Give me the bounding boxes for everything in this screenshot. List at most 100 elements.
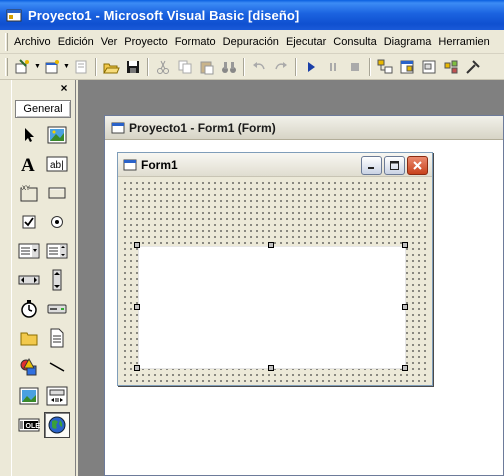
resize-handle-bottom-left[interactable]	[134, 365, 140, 371]
resize-handle-top-left[interactable]	[134, 242, 140, 248]
resize-handle-middle-left[interactable]	[134, 303, 140, 310]
menu-edicion[interactable]: Edición	[56, 36, 99, 48]
redo-button[interactable]	[270, 56, 292, 78]
form1-title: Form1	[141, 157, 178, 172]
svg-text:A: A	[21, 155, 35, 174]
shape-icon[interactable]	[16, 354, 42, 380]
vscrollbar-icon[interactable]	[44, 267, 70, 293]
label-icon[interactable]: A	[16, 151, 42, 177]
toolbox-tab-general[interactable]: General	[15, 100, 71, 118]
frame-icon[interactable]: XY	[16, 180, 42, 206]
menu-consulta[interactable]: Consulta	[331, 36, 381, 48]
form-designer-title-bar[interactable]: Proyecto1 - Form1 (Form)	[105, 116, 503, 140]
add-form-icon	[45, 59, 59, 73]
dirlistbox-icon[interactable]	[16, 325, 42, 351]
end-button[interactable]	[344, 56, 366, 78]
minimize-button[interactable]	[361, 156, 382, 175]
object-browser-icon	[444, 60, 458, 73]
paste-button[interactable]	[196, 56, 218, 78]
toolbox-tools: A ab| XY OLE	[16, 122, 72, 441]
menu-formato[interactable]: Formato	[173, 36, 221, 48]
menu-diagrama[interactable]: Diagrama	[382, 36, 437, 48]
form-layout-button[interactable]	[418, 56, 440, 78]
menu-editor-icon	[75, 60, 87, 73]
toolbox-grip[interactable]	[0, 80, 12, 476]
form1-window[interactable]: Form1	[117, 152, 433, 386]
toolbox-icon	[466, 59, 480, 74]
chevron-down-icon[interactable]: ▼	[34, 63, 41, 70]
resize-handle-top-right[interactable]	[402, 242, 408, 248]
svg-text:OLE: OLE	[26, 423, 41, 430]
image-icon[interactable]	[16, 383, 42, 409]
listbox-icon[interactable]	[44, 238, 70, 264]
form-window-icon	[123, 159, 137, 170]
project-explorer-icon	[377, 59, 393, 73]
form-layout-icon	[422, 60, 436, 73]
hscrollbar-icon[interactable]	[16, 267, 42, 293]
menu-editor-button[interactable]	[70, 56, 92, 78]
main-title-bar[interactable]: Proyecto1 - Microsoft Visual Basic [dise…	[0, 0, 504, 30]
properties-icon	[400, 60, 414, 73]
close-button[interactable]	[407, 156, 428, 175]
start-button[interactable]	[300, 56, 322, 78]
close-icon[interactable]: ×	[57, 82, 71, 95]
add-form-button[interactable]	[41, 56, 63, 78]
save-project-button[interactable]	[122, 56, 144, 78]
drivelistbox-icon[interactable]	[44, 296, 70, 322]
vb-app-icon	[6, 9, 22, 22]
binoculars-icon	[222, 61, 236, 73]
maximize-icon	[390, 161, 399, 170]
add-project-button[interactable]	[12, 56, 34, 78]
object-browser-button[interactable]	[440, 56, 462, 78]
menu-proyecto[interactable]: Proyecto	[122, 36, 172, 48]
menu-depuracion[interactable]: Depuración	[221, 36, 284, 48]
redo-icon	[275, 61, 287, 69]
optionbutton-icon[interactable]	[44, 209, 70, 235]
break-button[interactable]	[322, 56, 344, 78]
svg-text:XY: XY	[22, 186, 30, 192]
textbox-icon[interactable]: ab|	[44, 151, 70, 177]
menu-herramientas[interactable]: Herramien	[436, 36, 494, 48]
undo-icon	[253, 61, 265, 69]
commandbutton-icon[interactable]	[44, 180, 70, 206]
menu-ejecutar[interactable]: Ejecutar	[284, 36, 331, 48]
svg-text:ab|: ab|	[50, 160, 64, 171]
menu-ver[interactable]: Ver	[99, 36, 123, 48]
resize-handle-bottom-middle[interactable]	[268, 365, 274, 371]
maximize-button[interactable]	[384, 156, 405, 175]
picturebox-icon[interactable]	[44, 122, 70, 148]
undo-button[interactable]	[248, 56, 270, 78]
resize-handle-middle-right[interactable]	[402, 303, 408, 310]
toolbar-grip[interactable]	[5, 57, 8, 76]
pointer-icon[interactable]	[16, 122, 42, 148]
resize-handle-bottom-right[interactable]	[402, 365, 408, 371]
copy-button[interactable]	[174, 56, 196, 78]
form-window-icon	[111, 122, 125, 133]
properties-window-button[interactable]	[396, 56, 418, 78]
data-icon[interactable]	[44, 383, 70, 409]
menu-archivo[interactable]: Archivo	[12, 36, 56, 48]
checkbox-icon[interactable]	[16, 209, 42, 235]
form1-design-surface[interactable]	[121, 179, 429, 382]
standard-toolbar: ▼ ▼	[0, 54, 504, 80]
toolbox-button[interactable]	[462, 56, 484, 78]
selected-control[interactable]	[138, 246, 406, 369]
chevron-down-icon[interactable]: ▼	[63, 63, 70, 70]
close-icon	[413, 161, 422, 170]
find-button[interactable]	[218, 56, 240, 78]
cut-icon	[157, 60, 169, 74]
menu-grip[interactable]	[5, 32, 8, 51]
combobox-icon[interactable]	[16, 238, 42, 264]
toolbar-separator	[295, 57, 297, 76]
webbrowser-icon[interactable]	[44, 412, 70, 438]
ole-icon[interactable]: OLE	[16, 412, 42, 438]
resize-handle-top-middle[interactable]	[268, 242, 274, 248]
line-icon[interactable]	[44, 354, 70, 380]
timer-icon[interactable]	[16, 296, 42, 322]
toolbox-panel: × General A ab| XY OLE	[12, 80, 76, 476]
filelistbox-icon[interactable]	[44, 325, 70, 351]
paste-icon	[200, 61, 214, 74]
cut-button[interactable]	[152, 56, 174, 78]
project-explorer-button[interactable]	[374, 56, 396, 78]
open-project-button[interactable]	[100, 56, 122, 78]
